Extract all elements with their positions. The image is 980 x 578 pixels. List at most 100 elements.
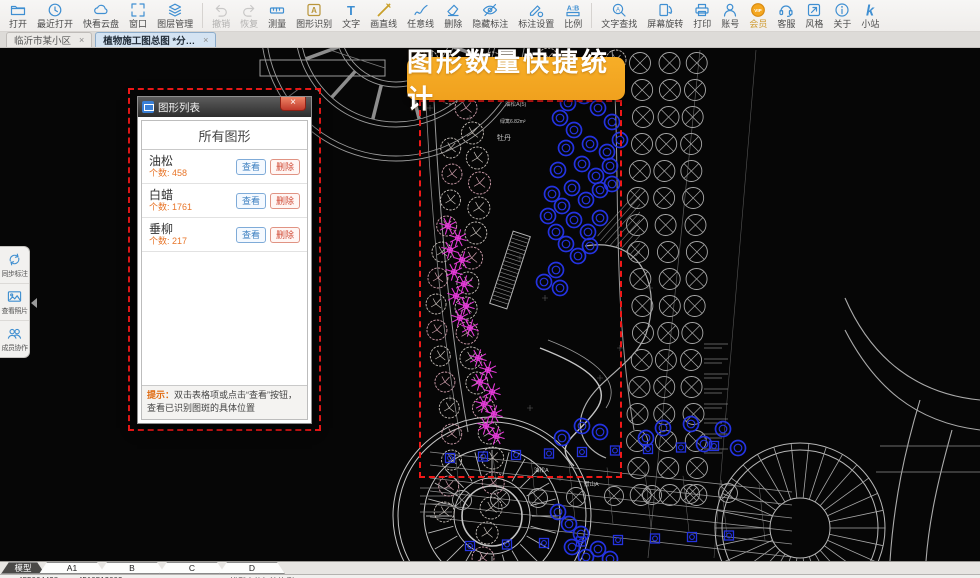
shape-name: 白蜡 <box>149 188 232 202</box>
toolbar-recent-open-button[interactable]: 最近打开 <box>32 0 78 31</box>
shape-list: 油松个数: 458查看删除白蜡个数: 1761查看删除垂柳个数: 217查看删除 <box>142 150 307 385</box>
toolbar-shape-recognize-button[interactable]: A图形识别 <box>291 0 337 31</box>
svg-text:A:B: A:B <box>567 6 579 13</box>
user-icon <box>722 2 738 18</box>
info-icon <box>834 2 850 18</box>
toolbar-text-label: 文字 <box>342 19 360 29</box>
toolbar-account-label: 账号 <box>721 19 739 29</box>
toolbar-window-button[interactable]: 窗口 <box>124 0 152 31</box>
dialog-close-button[interactable]: × <box>280 97 306 111</box>
redo-icon <box>241 2 257 18</box>
shape-count: 个数: 458 <box>149 168 232 179</box>
shape-name: 油松 <box>149 154 232 168</box>
cad-label: 油松A <box>534 466 549 474</box>
window-icon <box>130 2 146 18</box>
pencil-gear-icon <box>528 2 544 18</box>
side-panel-member-collab[interactable]: 成员协作 <box>0 321 29 357</box>
toolbar-measure-label: 测量 <box>268 19 286 29</box>
layout-tab-C[interactable]: C <box>159 562 225 574</box>
doc-tab-2[interactable]: 植物施工图总图 *分… × <box>95 32 216 47</box>
toolbar-open-label: 打开 <box>9 19 27 29</box>
toolbar-free-line-button[interactable]: 任意线 <box>402 0 439 31</box>
delete-button[interactable]: 删除 <box>270 159 300 175</box>
doc-tab-2-close-icon[interactable]: × <box>203 35 208 45</box>
doc-tab-1[interactable]: 临沂市某小区 × <box>6 32 92 47</box>
toolbar-text-search-button[interactable]: A文字查找 <box>596 0 642 31</box>
toolbar-about-button[interactable]: 关于 <box>828 0 856 31</box>
toolbar-support-label: 客服 <box>777 19 795 29</box>
side-panel-view-photos[interactable]: 查看照片 <box>0 284 29 321</box>
panel-collapse-arrow-icon[interactable] <box>31 298 37 308</box>
toolbar-text-search-label: 文字查找 <box>601 19 637 29</box>
toolbar-screen-rotate-button[interactable]: 屏幕旋转 <box>642 0 688 31</box>
layers-icon <box>167 2 183 18</box>
svg-text:VIP: VIP <box>755 8 762 13</box>
clock-icon <box>47 2 63 18</box>
toolbar-about-label: 关于 <box>833 19 851 29</box>
layout-tab-模型[interactable]: 模型 <box>1 562 45 574</box>
hint-prefix: 提示： <box>147 390 174 400</box>
toolbar-cloud-drive-button[interactable]: 快看云盘 <box>78 0 124 31</box>
toolbar-open-button[interactable]: 打开 <box>4 0 32 31</box>
toolbar-erase-label: 删除 <box>444 19 462 29</box>
headset-icon <box>778 2 794 18</box>
shape-info: 垂柳个数: 217 <box>149 222 232 247</box>
doc-tab-2-label: 植物施工图总图 *分… <box>103 33 195 47</box>
toolbar-annotation-settings-label: 标注设置 <box>518 19 554 29</box>
toolbar-vip-button[interactable]: VIP 会员 <box>744 0 772 31</box>
eraser-icon <box>445 2 461 18</box>
dialog-hint: 提示：双击表格项或点击“查看”按钮，查看已识别图斑的具体位置 <box>142 385 307 419</box>
printer-icon <box>694 2 710 18</box>
toolbar-draw-line-button[interactable]: 画直线 <box>365 0 402 31</box>
recognize-icon: A <box>306 2 322 18</box>
shape-row-2[interactable]: 白蜡个数: 1761 查看删除 <box>142 184 307 218</box>
main-toolbar: 打开最近打开快看云盘窗口图层管理撤销恢复测量 A图形识别T文字画直线任意线删除隐藏… <box>0 0 980 32</box>
toolbar-screen-rotate-label: 屏幕旋转 <box>647 19 683 29</box>
dialog-titlebar[interactable]: 图形列表 × <box>138 97 311 117</box>
side-panel-label: 成员协作 <box>2 343 28 353</box>
shape-row-1[interactable]: 油松个数: 458 查看删除 <box>142 150 307 184</box>
view-button[interactable]: 查看 <box>236 159 266 175</box>
toolbar-ksite-button[interactable]: k小站 <box>856 0 884 31</box>
feature-banner: 图形数量快捷统计 <box>407 57 625 100</box>
toolbar-redo-button[interactable]: 恢复 <box>235 0 263 31</box>
toolbar-layer-manager-button[interactable]: 图层管理 <box>152 0 198 31</box>
cad-label: 牡丹 <box>497 133 511 142</box>
dialog-body: 所有图形 油松个数: 458查看删除白蜡个数: 1761查看删除垂柳个数: 21… <box>141 120 308 420</box>
toolbar-erase-button[interactable]: 删除 <box>439 0 467 31</box>
toolbar-draw-line-label: 画直线 <box>370 19 397 29</box>
view-button[interactable]: 查看 <box>236 193 266 209</box>
cad-canvas[interactable]: 油松A(5)绿篱6.82m²牡丹油松A假山A 图形数量快捷统计 图形列表 × 所… <box>0 48 980 561</box>
toolbar-text-button[interactable]: T文字 <box>337 0 365 31</box>
toolbar-scale-ratio-button[interactable]: A:B比例 <box>559 0 587 31</box>
layout-tab-D[interactable]: D <box>219 562 285 574</box>
dialog-title: 图形列表 <box>158 100 200 115</box>
toolbar-measure-button[interactable]: 测量 <box>263 0 291 31</box>
toolbar-style-label: 风格 <box>805 19 823 29</box>
toolbar-account-button[interactable]: 账号 <box>716 0 744 31</box>
toolbar-annotation-settings-button[interactable]: 标注设置 <box>513 0 559 31</box>
shape-count: 个数: 1761 <box>149 202 232 213</box>
toolbar-style-button[interactable]: 风格 <box>800 0 828 31</box>
ratio-icon: A:B <box>565 2 581 18</box>
delete-button[interactable]: 删除 <box>270 227 300 243</box>
eye-off-icon <box>482 2 498 18</box>
layout-tab-A1[interactable]: A1 <box>39 562 105 574</box>
toolbar-undo-label: 撤销 <box>212 19 230 29</box>
view-button[interactable]: 查看 <box>236 227 266 243</box>
toolbar-vip-label: 会员 <box>749 19 767 29</box>
svg-text:A: A <box>311 6 317 15</box>
toolbar-redo-label: 恢复 <box>240 19 258 29</box>
shape-row-3[interactable]: 垂柳个数: 217查看删除 <box>142 218 307 252</box>
delete-button[interactable]: 删除 <box>270 193 300 209</box>
pen-icon <box>413 2 429 18</box>
side-panel-sync-annotation[interactable]: 同步标注 <box>0 247 29 284</box>
toolbar-support-button[interactable]: 客服 <box>772 0 800 31</box>
doc-tab-1-close-icon[interactable]: × <box>79 35 84 45</box>
photo-icon <box>7 289 22 304</box>
side-panel-label: 同步标注 <box>2 269 28 279</box>
toolbar-hide-annotation-button[interactable]: 隐藏标注 <box>467 0 513 31</box>
toolbar-print-button[interactable]: 打印 <box>688 0 716 31</box>
toolbar-undo-button[interactable]: 撤销 <box>207 0 235 31</box>
layout-tab-B[interactable]: B <box>99 562 165 574</box>
